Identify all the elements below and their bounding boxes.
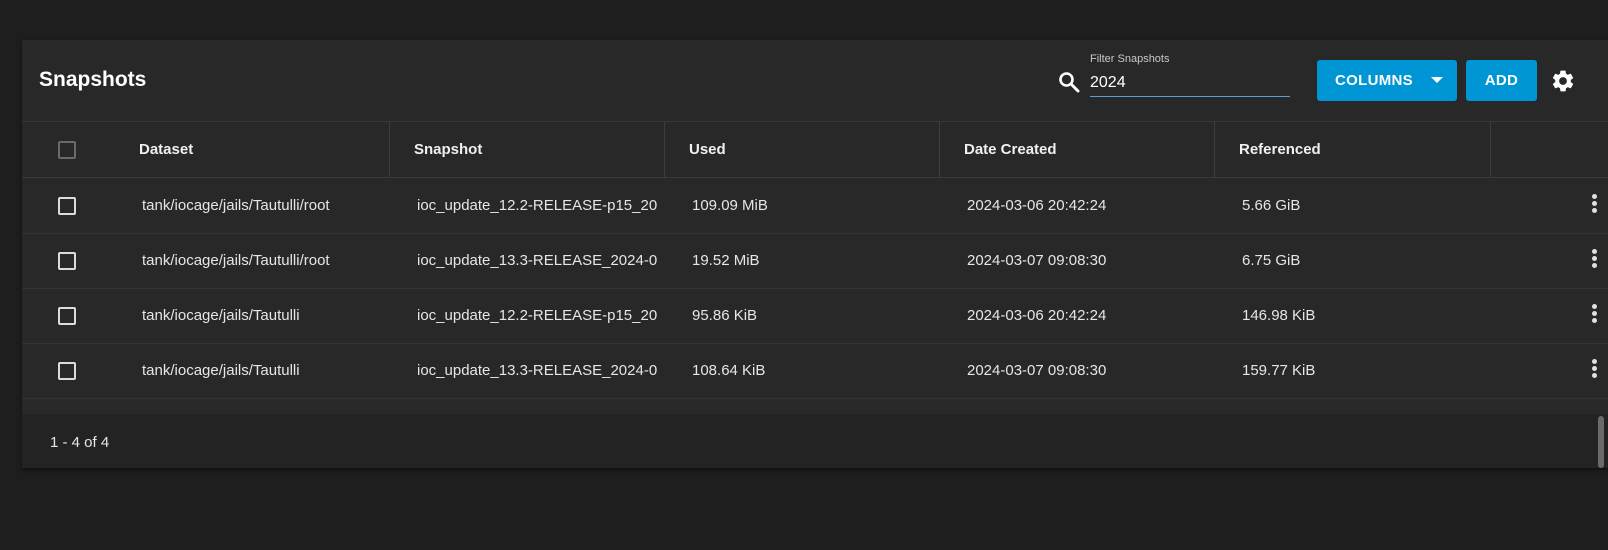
gear-icon[interactable] xyxy=(1550,68,1576,94)
cell-snapshot: ioc_update_12.2-RELEASE-p15_20 xyxy=(417,197,657,214)
row-checkbox[interactable] xyxy=(58,307,76,325)
row-checkbox[interactable] xyxy=(58,252,76,270)
cell-dataset: tank/iocage/jails/Tautulli/root xyxy=(142,197,330,214)
caret-down-icon xyxy=(1431,77,1443,83)
cell-date-created: 2024-03-07 09:08:30 xyxy=(967,252,1107,269)
cell-dataset: tank/iocage/jails/Tautulli xyxy=(142,307,300,324)
cell-referenced: 6.75 GiB xyxy=(1242,252,1301,269)
cell-dataset: tank/iocage/jails/Tautulli xyxy=(142,362,300,379)
filter-input[interactable] xyxy=(1090,70,1290,97)
cell-snapshot: ioc_update_12.2-RELEASE-p15_20 xyxy=(417,307,657,324)
snapshots-card: Snapshots Filter Snapshots COLUMNS ADD D… xyxy=(22,40,1608,468)
table-row[interactable]: tank/iocage/jails/Tautulli ioc_update_12… xyxy=(22,288,1608,344)
cell-referenced: 5.66 GiB xyxy=(1242,197,1301,214)
toolbar: Snapshots Filter Snapshots COLUMNS ADD xyxy=(22,40,1608,122)
column-divider xyxy=(1490,122,1491,178)
table-row[interactable]: tank/iocage/jails/Tautulli/root ioc_upda… xyxy=(22,178,1608,234)
column-header-dataset[interactable]: Dataset xyxy=(122,122,390,178)
scrollbar[interactable] xyxy=(1598,416,1604,468)
filter-label: Filter Snapshots xyxy=(1090,53,1170,65)
cell-used: 19.52 MiB xyxy=(692,252,760,269)
cell-date-created: 2024-03-07 09:08:30 xyxy=(967,362,1107,379)
cell-used: 95.86 KiB xyxy=(692,307,758,324)
table-row[interactable]: tank/iocage/jails/Tautulli ioc_update_13… xyxy=(22,343,1608,399)
pagination-range: 1 - 4 of 4 xyxy=(50,434,110,451)
cell-date-created: 2024-03-06 20:42:24 xyxy=(967,307,1107,324)
more-vert-icon[interactable] xyxy=(1590,194,1598,218)
table-header: Dataset Snapshot Used Date Created Refer… xyxy=(22,122,1608,178)
cell-dataset: tank/iocage/jails/Tautulli/root xyxy=(142,252,330,269)
cell-snapshot: ioc_update_13.3-RELEASE_2024-0 xyxy=(417,362,657,379)
more-vert-icon[interactable] xyxy=(1590,304,1598,328)
add-button[interactable]: ADD xyxy=(1466,60,1537,101)
cell-referenced: 146.98 KiB xyxy=(1242,307,1316,324)
cell-date-created: 2024-03-06 20:42:24 xyxy=(967,197,1107,214)
select-all-checkbox[interactable] xyxy=(58,141,76,159)
column-divider xyxy=(664,122,665,178)
table-footer: 1 - 4 of 4 xyxy=(22,414,1608,468)
cell-used: 108.64 KiB xyxy=(692,362,766,379)
column-divider xyxy=(389,122,390,178)
table-row[interactable]: tank/iocage/jails/Tautulli/root ioc_upda… xyxy=(22,233,1608,289)
column-header-date-created[interactable]: Date Created xyxy=(947,122,1215,178)
more-vert-icon[interactable] xyxy=(1590,359,1598,383)
cell-used: 109.09 MiB xyxy=(692,197,768,214)
column-header-referenced[interactable]: Referenced xyxy=(1222,122,1490,178)
columns-button[interactable]: COLUMNS xyxy=(1317,60,1457,101)
column-divider xyxy=(1214,122,1215,178)
page-title: Snapshots xyxy=(39,68,147,91)
row-checkbox[interactable] xyxy=(58,362,76,380)
column-header-used[interactable]: Used xyxy=(672,122,940,178)
column-divider xyxy=(939,122,940,178)
cell-snapshot: ioc_update_13.3-RELEASE_2024-0 xyxy=(417,252,657,269)
more-vert-icon[interactable] xyxy=(1590,249,1598,273)
search-icon xyxy=(1059,72,1080,93)
row-checkbox[interactable] xyxy=(58,197,76,215)
columns-button-label: COLUMNS xyxy=(1335,72,1413,89)
cell-referenced: 159.77 KiB xyxy=(1242,362,1316,379)
column-header-snapshot[interactable]: Snapshot xyxy=(397,122,665,178)
